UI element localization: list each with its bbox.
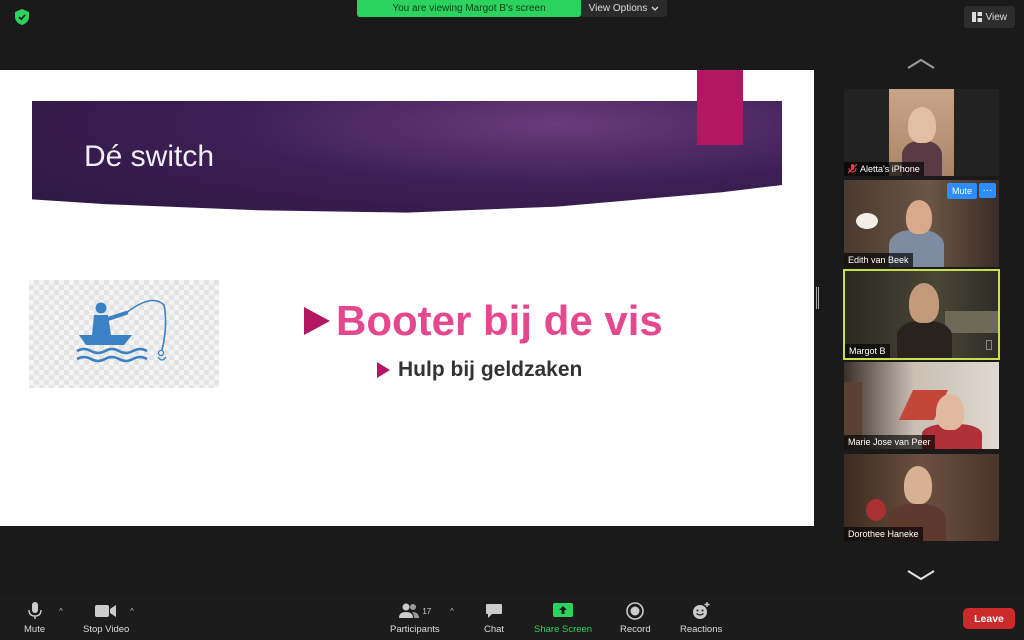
stop-video-button[interactable]: Stop Video <box>83 601 129 635</box>
video-person <box>897 321 952 358</box>
reactions-smiley-icon <box>693 602 710 619</box>
share-screen-label: Share Screen <box>534 624 593 635</box>
participant-name: Marie Jose van Peer <box>848 437 931 447</box>
view-options-button[interactable]: View Options <box>581 0 667 17</box>
shared-screen-slide: Dé switch Booter bij de vis Hulp bij gel… <box>0 70 814 526</box>
meeting-toolbar: Mute ^ Stop Video ^ 17 Participants ^ Ch… <box>0 597 1024 640</box>
scroll-down-chevron-icon[interactable] <box>905 566 937 584</box>
bullet-main-text: Booter bij de vis <box>336 297 663 344</box>
video-plant <box>866 499 886 521</box>
participants-icon <box>399 603 420 618</box>
participant-name: Edith van Beek <box>848 255 909 265</box>
participant-name: Dorothee Haneke <box>848 529 919 539</box>
slide-accent-bar <box>697 70 743 145</box>
resize-handle[interactable] <box>816 287 819 309</box>
video-options-caret-icon[interactable]: ^ <box>130 607 134 616</box>
chat-label: Chat <box>484 624 505 635</box>
reactions-label: Reactions <box>680 624 723 635</box>
video-person-face <box>936 394 964 430</box>
share-screen-icon <box>553 603 574 617</box>
participants-label: Participants <box>390 624 440 635</box>
participants-count: 17 <box>422 606 432 616</box>
participants-options-caret-icon[interactable]: ^ <box>450 607 454 616</box>
chat-button[interactable]: Chat <box>484 601 504 635</box>
mute-participant-button[interactable]: Mute <box>946 183 977 199</box>
participant-name-tag: Dorothee Haneke <box>844 527 923 541</box>
bullet-arrow-icon <box>377 362 390 378</box>
mute-label: Mute <box>24 624 46 635</box>
participant-name: Aletta's iPhone <box>860 164 920 174</box>
video-person-face <box>906 200 932 234</box>
chevron-down-icon <box>651 6 659 11</box>
video-person-face <box>909 283 939 323</box>
participant-tile[interactable]: Dorothee Haneke <box>844 454 999 541</box>
bullet-sub: Hulp bij geldzaken <box>377 358 582 382</box>
participant-name-tag: Edith van Beek <box>844 253 913 267</box>
more-options-button[interactable]: ··· <box>979 183 996 198</box>
scroll-up-chevron-icon[interactable] <box>905 55 937 73</box>
view-options-label: View Options <box>588 3 648 14</box>
record-label: Record <box>620 624 651 635</box>
slide-title: Dé switch <box>84 140 215 173</box>
participant-name-tag: Margot B <box>845 344 890 358</box>
bullet-sub-text: Hulp bij geldzaken <box>398 358 583 381</box>
stop-video-label: Stop Video <box>83 624 130 635</box>
bullet-main: Booter bij de vis <box>304 298 663 344</box>
bullet-arrow-icon <box>304 307 330 335</box>
mute-button[interactable]: Mute <box>24 601 45 635</box>
participant-tile[interactable]: Aletta's iPhone <box>844 89 999 176</box>
participant-name-tag: Aletta's iPhone <box>844 162 924 176</box>
fishing-boat-image <box>29 280 219 388</box>
video-background-shelf <box>945 311 998 333</box>
audio-options-caret-icon[interactable]: ^ <box>59 607 63 616</box>
participant-name: Margot B <box>849 346 886 356</box>
video-lamp <box>856 213 878 229</box>
microphone-icon <box>27 602 42 619</box>
participant-tile[interactable]: Marie Jose van Peer <box>844 362 999 449</box>
view-button-label: View <box>985 11 1008 23</box>
video-person-face <box>904 466 932 504</box>
record-button[interactable]: Record <box>620 601 651 635</box>
participants-button[interactable]: 17 Participants <box>390 601 440 635</box>
zoom-meeting-window: You are viewing Margot B's screen View O… <box>0 0 1024 640</box>
chat-bubble-icon <box>486 604 503 618</box>
mic-muted-icon <box>848 164 857 174</box>
video-person-face <box>908 107 936 143</box>
pin-indicator-icon <box>986 340 992 350</box>
leave-meeting-button[interactable]: Leave <box>963 608 1015 629</box>
view-button[interactable]: View <box>963 6 1015 28</box>
participant-tile-active-speaker[interactable]: Margot B <box>843 269 1000 360</box>
record-icon <box>626 602 645 620</box>
reactions-button[interactable]: Reactions <box>680 601 722 635</box>
participant-tile[interactable]: Mute ··· Edith van Beek <box>844 180 999 267</box>
grid-view-icon <box>971 12 982 22</box>
viewing-screen-banner: You are viewing Margot B's screen <box>357 0 581 17</box>
security-shield-icon[interactable] <box>11 6 33 28</box>
video-bookshelf <box>844 382 862 437</box>
share-screen-button[interactable]: Share Screen <box>534 601 592 635</box>
video-camera-icon <box>95 605 117 617</box>
banner-text: You are viewing Margot B's screen <box>392 3 546 14</box>
fishing-boat-icon <box>76 299 167 363</box>
participant-name-tag: Marie Jose van Peer <box>844 435 935 449</box>
